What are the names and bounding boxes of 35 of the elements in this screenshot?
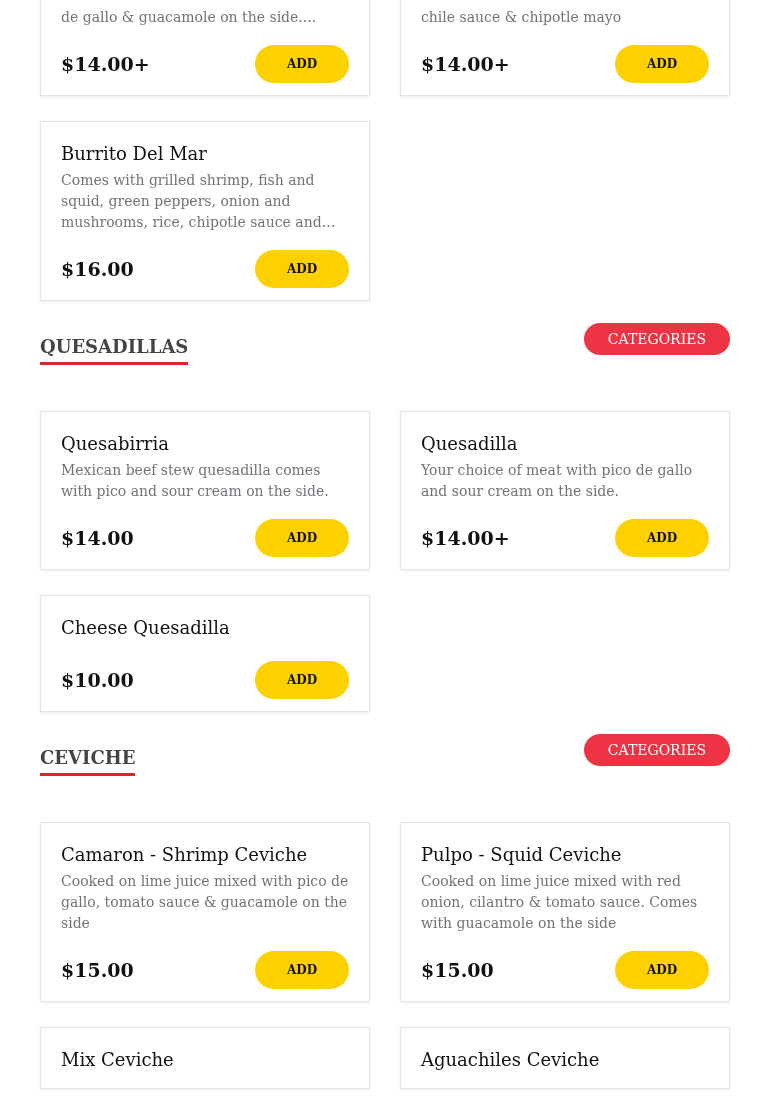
categories-button[interactable]: CATEGORIES (583, 734, 730, 766)
item-price: $14.00+ (421, 51, 510, 77)
categories-button[interactable]: CATEGORIES (583, 323, 730, 355)
item-name: Mix Ceviche (61, 1048, 175, 1072)
add-button[interactable]: ADD (255, 250, 349, 288)
item-price: $15.00 (421, 957, 494, 983)
item-description: de gallo & guacamole on the side.... (61, 8, 318, 27)
item-description: Cooked on lime juice mixed with pico de gallo, tomato sauce & guacamole on the side (61, 872, 349, 933)
item-name: Burrito Del Mar (61, 142, 208, 166)
item-name: Pulpo - Squid Ceviche (421, 843, 623, 867)
section-heading: CEVICHE (40, 744, 136, 776)
section-heading: QUESADILLAS (40, 333, 189, 365)
add-button[interactable]: ADD (255, 519, 349, 557)
add-button[interactable]: ADD (255, 661, 349, 699)
item-price: $16.00 (61, 256, 134, 282)
add-button[interactable]: ADD (255, 951, 349, 989)
add-button[interactable]: ADD (255, 45, 349, 83)
item-name: Cheese Quesadilla (61, 616, 231, 640)
add-button[interactable]: ADD (615, 519, 709, 557)
item-description: Cooked on lime juice mixed with red onion, cilantro & tomato sauce. Comes with guacamole on the side (421, 872, 699, 933)
item-name: Quesadilla (421, 432, 519, 456)
item-name: Quesabirria (61, 432, 170, 456)
item-description: chile sauce & chipotle mayo (421, 8, 623, 27)
item-price: $15.00 (61, 957, 134, 983)
item-price: $14.00+ (421, 525, 510, 551)
item-price: $14.00+ (61, 51, 150, 77)
item-name: Camaron - Shrimp Ceviche (61, 843, 309, 867)
item-description: Comes with grilled shrimp, fish and squid, green peppers, onion and mushrooms, rice, chipotle sauce and… (61, 171, 337, 232)
add-button[interactable]: ADD (615, 951, 709, 989)
item-description: Your choice of meat with pico de gallo and sour cream on the side. (421, 461, 694, 501)
item-price: $10.00 (61, 667, 134, 693)
item-price: $14.00 (61, 525, 134, 551)
item-name: Aguachiles Ceviche (421, 1048, 601, 1072)
add-button[interactable]: ADD (615, 45, 709, 83)
item-description: Mexican beef stew quesadilla comes with pico and sour cream on the side. (61, 461, 330, 501)
